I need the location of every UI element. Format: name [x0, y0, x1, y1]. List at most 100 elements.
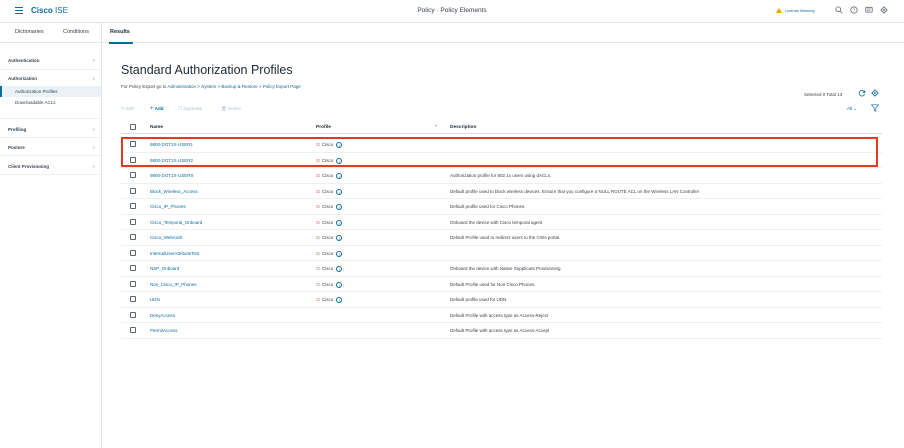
table-row[interactable]: Cisco_WebAuth ⚖ Cisco i Default Profile us…: [121, 230, 882, 246]
gear-icon[interactable]: [879, 6, 888, 15]
info-icon[interactable]: i: [336, 173, 343, 179]
row-checkbox[interactable]: [130, 327, 136, 333]
tab-conditions[interactable]: Conditions: [63, 29, 89, 35]
profile-name-link[interactable]: DenyAccess: [150, 313, 175, 318]
table-row[interactable]: Block_Wireless_Access ⚖ Cisco i Default pr…: [121, 184, 882, 199]
vendor-label: Cisco: [322, 142, 334, 147]
divider: [0, 69, 101, 70]
sidebar-item-profiling[interactable]: Profiling >: [0, 124, 101, 136]
info-icon[interactable]: i: [336, 142, 343, 148]
column-header-profile[interactable]: Profile: [316, 125, 331, 130]
add-button[interactable]: + Add: [150, 106, 164, 112]
profile-vendor: ⚖ Cisco i: [316, 297, 343, 303]
help-icon[interactable]: ?: [849, 6, 858, 15]
profile-name-link[interactable]: Cisco_WebAuth: [150, 235, 182, 240]
sidebar-item-authorization-profiles[interactable]: Authorization Profiles: [0, 86, 101, 97]
info-icon[interactable]: i: [336, 235, 343, 241]
table-row[interactable]: Cisco_IP_Phones ⚖ Cisco i Default profile …: [121, 199, 882, 215]
refresh-icon[interactable]: [858, 89, 866, 99]
row-checkbox[interactable]: [130, 141, 136, 147]
delete-button[interactable]: 🗑 Delete: [221, 106, 241, 112]
info-icon[interactable]: i: [336, 281, 343, 288]
profile-name-link[interactable]: PermitAccess: [150, 328, 178, 333]
info-icon[interactable]: i: [336, 157, 343, 164]
table-row[interactable]: Non_Cisco_IP_Phones ⚖ Cisco i Default Prof…: [121, 277, 882, 292]
profile-name-link[interactable]: Block_Wireless_Access: [150, 189, 198, 194]
table-row[interactable]: PermitAccess Default Profile with access…: [121, 323, 882, 339]
table-row[interactable]: NSP_Onboard ⚖ Cisco i Onboard the device w…: [121, 261, 882, 277]
sidebar-item-authorization[interactable]: Authorization v: [0, 73, 101, 85]
vendor-label: Cisco: [322, 204, 334, 209]
row-checkbox[interactable]: [130, 296, 136, 302]
tab-dictionaries[interactable]: Dictionaries: [15, 29, 44, 35]
info-icon[interactable]: i: [336, 188, 343, 195]
sidebar-item-label: Posture: [8, 145, 25, 150]
vendor-label: Cisco: [322, 250, 334, 256]
table-row[interactable]: 9800-DOT1X-USER1 ⚖ Cisco i: [121, 137, 882, 153]
policy-export-link[interactable]: Administration > System > Backup & Resto…: [168, 84, 301, 89]
table-row[interactable]: InternalUserAttributeTest ⚖ Cisco i: [121, 246, 882, 261]
profile-name-link[interactable]: NSP_Onboard: [150, 266, 179, 271]
table-header: Name Profile ^ Description: [121, 121, 882, 134]
profile-vendor: ⚖ Cisco i: [316, 173, 343, 179]
row-checkbox[interactable]: [130, 249, 136, 256]
sidebar-item-downloadable-acls[interactable]: Downloadable ACLs: [0, 97, 101, 108]
info-icon[interactable]: i: [336, 266, 343, 272]
profile-vendor: ⚖ Cisco i: [316, 281, 343, 288]
export-hint: For Policy Export go to Administration >…: [121, 84, 301, 89]
sidebar-item-posture[interactable]: Posture >: [0, 142, 101, 154]
row-checkbox[interactable]: [130, 172, 136, 178]
chevron-down-icon: v: [92, 76, 95, 81]
filter-select[interactable]: All ⌄: [847, 106, 857, 112]
row-checkbox[interactable]: [130, 280, 136, 287]
profile-name-link[interactable]: Cisco_Temporal_Onboard: [150, 220, 202, 225]
table-row[interactable]: Cisco_Temporal_Onboard ⚖ Cisco i Onboard t…: [121, 215, 882, 230]
table-row[interactable]: UDN ⚖ Cisco i Default profile used for UDN…: [121, 292, 882, 308]
table-row[interactable]: 9800-DOT1X-USERS ⚖ Cisco i Authorization p…: [121, 168, 882, 184]
row-checkbox[interactable]: [130, 311, 136, 318]
row-checkbox[interactable]: [130, 187, 136, 194]
tab-results[interactable]: Results: [110, 29, 130, 35]
search-icon[interactable]: [834, 6, 843, 15]
duplicate-button[interactable]: ❐ Duplicate: [178, 106, 202, 112]
column-header-name[interactable]: Name: [150, 125, 163, 130]
row-checkbox[interactable]: [130, 203, 136, 209]
vendor-label: Cisco: [322, 173, 334, 178]
profile-name-link[interactable]: 9800-DOT1X-USER2: [150, 158, 193, 163]
info-icon[interactable]: i: [336, 250, 343, 257]
edit-button[interactable]: ✎ Edit: [121, 106, 134, 112]
profile-name-link[interactable]: 9800-DOT1X-USERS: [150, 173, 194, 178]
row-checkbox[interactable]: [130, 218, 136, 225]
info-icon[interactable]: i: [336, 219, 343, 226]
row-checkbox[interactable]: [130, 156, 136, 163]
column-header-description[interactable]: Description: [450, 125, 476, 130]
table-row[interactable]: DenyAccess Default Profile with access t…: [121, 308, 882, 323]
page-header-title: Policy · Policy Elements: [417, 7, 487, 14]
row-checkbox[interactable]: [130, 234, 136, 240]
profile-name-link[interactable]: Non_Cisco_IP_Phones: [150, 282, 197, 287]
info-icon[interactable]: i: [336, 297, 343, 303]
profile-vendor: ⚖ Cisco i: [316, 219, 343, 226]
profile-name-link[interactable]: Cisco_IP_Phones: [150, 204, 186, 209]
sidebar-item-authentication[interactable]: Authentication >: [0, 55, 101, 67]
profile-description: Default Profile with access type as Acce…: [450, 328, 550, 333]
notifications-icon[interactable]: [864, 6, 873, 15]
info-icon[interactable]: i: [336, 204, 343, 210]
profile-vendor: ⚖ Cisco i: [316, 250, 343, 257]
filter-icon[interactable]: [870, 104, 880, 114]
license-warning[interactable]: License Warning: [776, 8, 815, 13]
sort-icon[interactable]: ^: [435, 125, 437, 130]
select-all-checkbox[interactable]: [130, 124, 136, 130]
policy-tabs: Dictionaries Conditions Results: [0, 23, 904, 43]
sidebar-item-client-provisioning[interactable]: Client Provisioning >: [0, 161, 101, 173]
vendor-label: Cisco: [322, 297, 334, 302]
license-warning-label: License Warning: [785, 8, 815, 13]
profile-name-link[interactable]: InternalUserAttributeTest: [150, 251, 200, 256]
profile-name-link[interactable]: 9800-DOT1X-USER1: [150, 142, 193, 147]
table-settings-icon[interactable]: [871, 89, 879, 99]
profile-name-link[interactable]: UDN: [150, 297, 160, 302]
profile-description: Default profile used to block wireless d…: [450, 188, 700, 194]
row-checkbox[interactable]: [130, 265, 136, 271]
table-row[interactable]: 9800-DOT1X-USER2 ⚖ Cisco i: [121, 153, 882, 168]
add-label: Add: [154, 106, 164, 111]
